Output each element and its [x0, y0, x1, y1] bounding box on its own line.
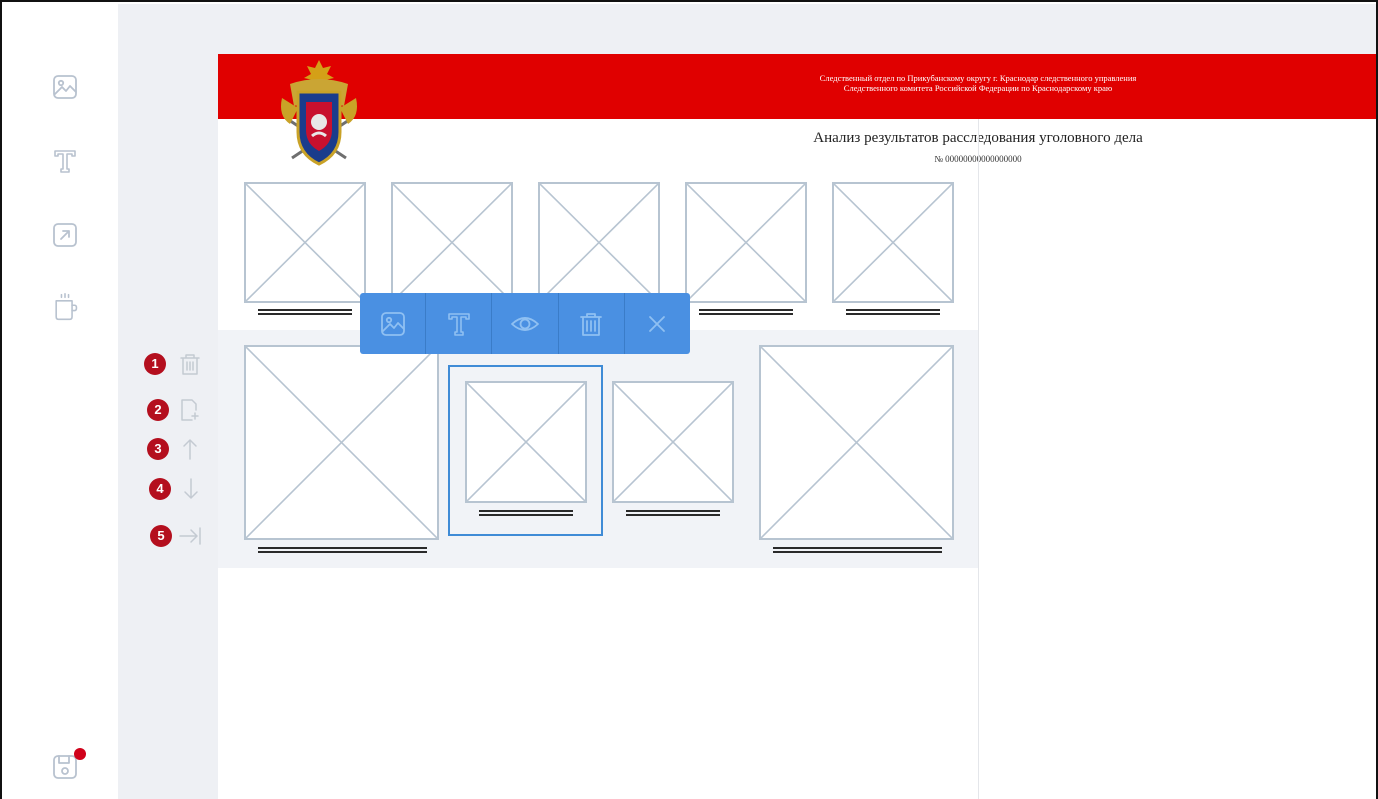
trash-icon — [580, 312, 603, 336]
action-number: 1 — [144, 353, 166, 375]
image-placeholder[interactable] — [538, 182, 660, 303]
add-page-icon — [178, 398, 202, 422]
toolbar-preview-button[interactable] — [492, 293, 559, 354]
toolbar-text-button[interactable] — [426, 293, 493, 354]
image-placeholder[interactable] — [612, 381, 734, 503]
trash-icon — [178, 352, 202, 376]
image-placeholder[interactable] — [391, 182, 513, 303]
action-number: 2 — [147, 399, 169, 421]
image-caption — [479, 510, 573, 519]
image-placeholder[interactable] — [685, 182, 807, 303]
action-move-up[interactable]: 3 — [144, 435, 208, 463]
action-add-page[interactable]: 2 — [144, 396, 208, 424]
toolbar-image-button[interactable] — [360, 293, 427, 354]
action-number: 5 — [150, 525, 172, 547]
emblem-logo — [276, 58, 362, 170]
image-placeholder[interactable] — [759, 345, 954, 540]
image-placeholder[interactable] — [244, 182, 366, 303]
action-move-down[interactable]: 4 — [149, 475, 213, 503]
action-number: 4 — [149, 478, 171, 500]
close-icon — [649, 315, 666, 332]
image-caption — [773, 547, 942, 556]
image-icon[interactable] — [50, 72, 80, 102]
arrow-up-icon — [178, 437, 202, 461]
image-toolbar — [360, 293, 690, 354]
image-placeholder[interactable] — [244, 345, 439, 540]
action-number: 3 — [147, 438, 169, 460]
action-move-to-end[interactable]: 5 — [150, 522, 214, 550]
image-caption — [258, 309, 352, 318]
document-page: Следственный отдел по Прикубанскому окру… — [218, 54, 1376, 799]
action-delete[interactable]: 1 — [144, 350, 208, 378]
image-caption — [626, 510, 720, 519]
left-sidebar — [4, 4, 118, 799]
save-icon[interactable] — [50, 748, 86, 782]
eye-icon — [511, 316, 539, 331]
toolbar-delete-button[interactable] — [559, 293, 625, 354]
image-caption — [699, 309, 793, 318]
move-end-icon — [178, 524, 202, 548]
image-placeholder[interactable] — [465, 381, 587, 503]
page-divider — [978, 119, 979, 799]
image-placeholder[interactable] — [832, 182, 954, 303]
workspace: Следственный отдел по Прикубанскому окру… — [118, 4, 1376, 799]
toolbar-close-button[interactable] — [625, 293, 690, 354]
arrow-down-icon — [179, 477, 203, 501]
image-caption — [258, 547, 427, 556]
text-icon[interactable] — [50, 146, 80, 176]
image-caption — [846, 309, 940, 318]
text-icon — [447, 312, 470, 336]
cup-icon[interactable] — [50, 292, 80, 322]
organization-name: Следственный отдел по Прикубанскому окру… — [819, 73, 1137, 93]
export-icon[interactable] — [50, 220, 80, 250]
image-icon — [380, 311, 405, 336]
editor-frame: Следственный отдел по Прикубанскому окру… — [0, 0, 1378, 799]
notification-dot — [74, 748, 86, 760]
